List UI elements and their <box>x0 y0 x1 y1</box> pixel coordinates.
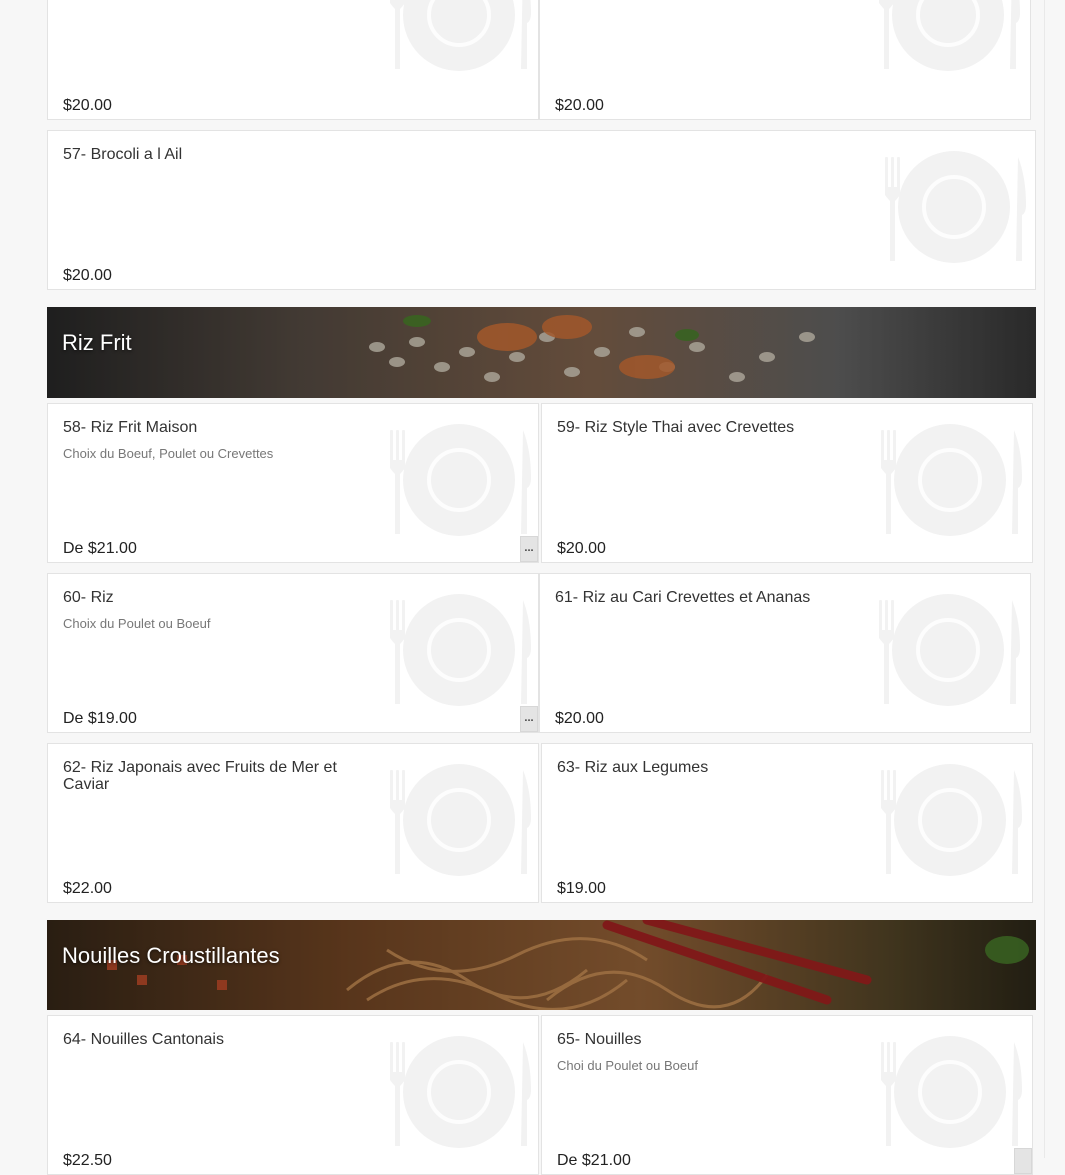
category-banner-nouilles-croustillantes: Nouilles Croustillantes <box>47 920 1036 1010</box>
item-price: $22.00 <box>63 880 112 897</box>
item-description: Choix du Poulet ou Boeuf <box>63 616 211 631</box>
menu-item-card[interactable]: 57- Brocoli a l Ail $20.00 <box>47 130 1036 290</box>
item-price: $20.00 <box>555 97 604 114</box>
plate-fork-knife-icon <box>874 762 1024 878</box>
item-price: De $21.00 <box>557 1152 631 1169</box>
item-price: De $19.00 <box>63 710 137 727</box>
menu-item-card[interactable]: 62- Riz Japonais avec Fruits de Mer et C… <box>47 743 539 903</box>
menu-item-card[interactable]: 65- Nouilles Choi du Poulet ou Boeuf De … <box>541 1015 1033 1175</box>
menu-page: $20.00 $20.00 57- Brocoli a l Ail $20.00 <box>0 0 1065 1175</box>
plate-fork-knife-icon <box>383 592 533 708</box>
plate-fork-knife-icon <box>383 0 533 73</box>
banner-food-image <box>47 307 1036 398</box>
item-price: $20.00 <box>63 267 112 284</box>
item-name: 64- Nouilles Cantonais <box>63 1031 224 1048</box>
plate-fork-knife-icon <box>383 762 533 878</box>
item-name: 59- Riz Style Thai avec Crevettes <box>557 419 795 436</box>
menu-item-card[interactable]: $20.00 <box>47 0 539 120</box>
menu-item-card[interactable]: 60- Riz Choix du Poulet ou Boeuf De $19.… <box>47 573 539 733</box>
item-name: 65- Nouilles <box>557 1031 642 1048</box>
item-price: $19.00 <box>557 880 606 897</box>
plate-fork-knife-icon <box>878 149 1028 265</box>
item-price: $20.00 <box>557 540 606 557</box>
item-price: De $21.00 <box>63 540 137 557</box>
menu-item-card[interactable]: 61- Riz au Cari Crevettes et Ananas $20.… <box>539 573 1031 733</box>
item-name: 61- Riz au Cari Crevettes et Ananas <box>555 589 811 606</box>
item-name: 62- Riz Japonais avec Fruits de Mer et C… <box>63 759 337 793</box>
more-options-button[interactable]: ... <box>520 706 538 732</box>
item-description: Choi du Poulet ou Boeuf <box>557 1058 698 1073</box>
item-name: 57- Brocoli a l Ail <box>63 146 183 163</box>
page-right-border <box>1044 0 1045 1158</box>
category-banner-riz-frit: Riz Frit <box>47 307 1036 398</box>
plate-fork-knife-icon <box>872 0 1022 73</box>
menu-item-card[interactable]: 58- Riz Frit Maison Choix du Boeuf, Poul… <box>47 403 539 563</box>
item-price: $20.00 <box>555 710 604 727</box>
plate-fork-knife-icon <box>874 1034 1024 1150</box>
menu-item-card[interactable]: $20.00 <box>539 0 1031 120</box>
item-description: Choix du Boeuf, Poulet ou Crevettes <box>63 446 274 461</box>
more-options-button[interactable]: ... <box>520 536 538 562</box>
more-options-button[interactable] <box>1014 1148 1032 1174</box>
plate-fork-knife-icon <box>872 592 1022 708</box>
item-price: $20.00 <box>63 97 112 114</box>
plate-fork-knife-icon <box>874 422 1024 538</box>
category-title: Nouilles Croustillantes <box>62 943 280 968</box>
item-name: 63- Riz aux Legumes <box>557 759 709 776</box>
menu-item-card[interactable]: 64- Nouilles Cantonais $22.50 <box>47 1015 539 1175</box>
category-title: Riz Frit <box>62 330 132 355</box>
item-price: $22.50 <box>63 1152 112 1169</box>
menu-item-card[interactable]: 59- Riz Style Thai avec Crevettes $20.00 <box>541 403 1033 563</box>
plate-fork-knife-icon <box>383 1034 533 1150</box>
item-name: 60- Riz <box>63 589 114 606</box>
item-name: 58- Riz Frit Maison <box>63 419 198 436</box>
menu-item-card[interactable]: 63- Riz aux Legumes $19.00 <box>541 743 1033 903</box>
plate-fork-knife-icon <box>383 422 533 538</box>
